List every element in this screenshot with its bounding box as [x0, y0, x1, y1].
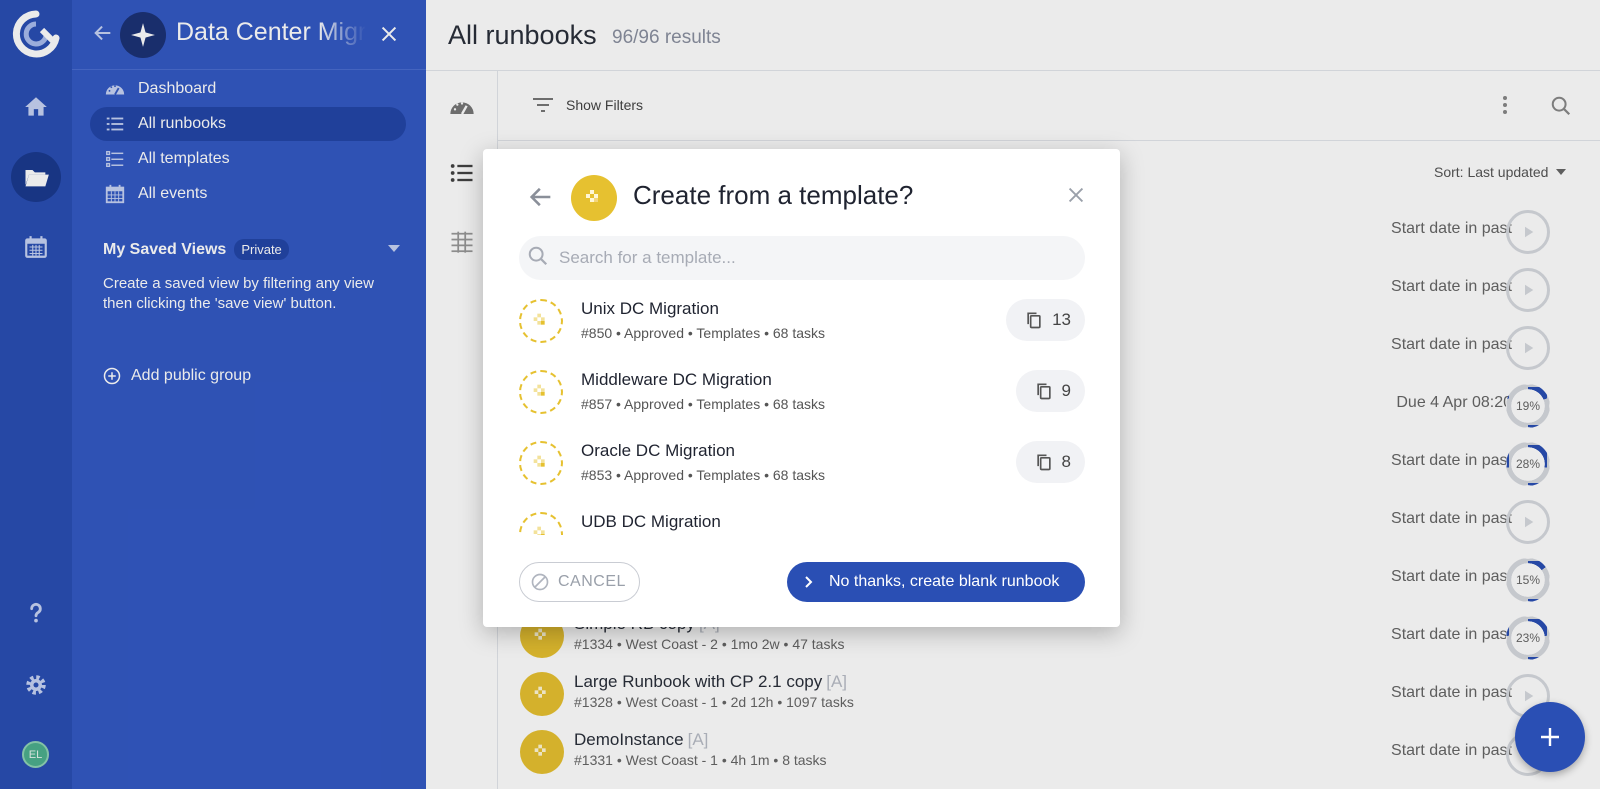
template-usage-count[interactable]: 9 — [1015, 370, 1085, 412]
template-meta: #853 • Approved • Templates • 68 tasks — [581, 467, 826, 483]
copy-icon — [1034, 452, 1054, 472]
search-icon — [527, 245, 549, 272]
runbook-template-icon — [571, 175, 617, 221]
template-name: Unix DC Migration — [581, 299, 719, 318]
create-blank-runbook-button[interactable]: No thanks, create blank runbook — [787, 562, 1085, 602]
app-root: EL Data Center Migration Dashboard — [0, 0, 1600, 789]
template-item[interactable]: Unix DC Migration #850 • Approved • Templ… — [519, 293, 1085, 364]
copy-icon — [1024, 310, 1044, 330]
template-item[interactable]: Middleware DC Migration #857 • Approved •… — [519, 364, 1085, 435]
template-usage-count[interactable]: 13 — [1006, 299, 1085, 341]
template-name: Oracle DC Migration — [581, 441, 735, 460]
cancel-button[interactable]: CANCEL — [519, 562, 640, 602]
cancel-label: CANCEL — [558, 573, 626, 590]
template-name: Middleware DC Migration — [581, 370, 772, 389]
dialog-title: Create from a template? — [633, 180, 914, 210]
create-runbook-fab[interactable] — [1515, 702, 1585, 772]
template-search-input[interactable] — [559, 248, 1059, 268]
template-item[interactable]: UDB DC Migration — [519, 506, 1085, 535]
template-icon — [519, 370, 563, 414]
cancel-circle-icon — [530, 572, 550, 592]
template-name: UDB DC Migration — [581, 512, 721, 531]
template-meta: #857 • Approved • Templates • 68 tasks — [581, 396, 826, 412]
create-blank-label: No thanks, create blank runbook — [829, 573, 1060, 590]
chevron-right-icon — [803, 575, 815, 589]
template-search-field[interactable] — [519, 236, 1085, 280]
back-arrow-icon[interactable] — [527, 183, 555, 216]
template-icon — [519, 512, 563, 535]
copy-icon — [1034, 381, 1054, 401]
create-from-template-dialog: Create from a template? Unix DC Migratio… — [483, 149, 1120, 627]
plus-icon — [1541, 728, 1559, 746]
close-icon[interactable] — [1065, 184, 1087, 211]
template-icon — [519, 299, 563, 343]
template-item[interactable]: Oracle DC Migration #853 • Approved • Tem… — [519, 435, 1085, 506]
template-usage-count[interactable]: 8 — [1015, 441, 1085, 483]
template-meta: #850 • Approved • Templates • 68 tasks — [581, 325, 826, 341]
template-icon — [519, 441, 563, 485]
template-list: Unix DC Migration #850 • Approved • Templ… — [519, 293, 1085, 535]
